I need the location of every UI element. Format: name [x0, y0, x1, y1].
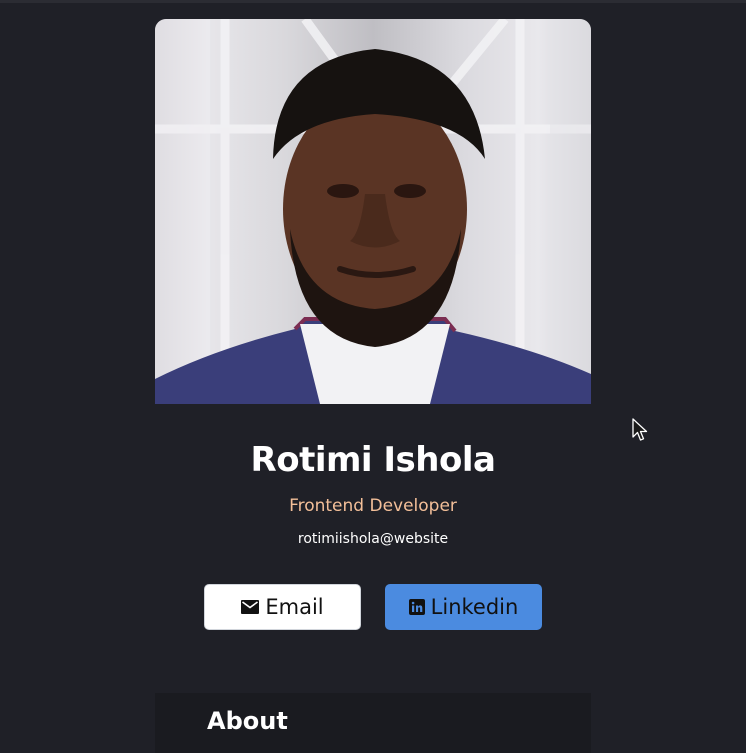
mail-icon: [241, 600, 260, 614]
mouse-cursor-icon: [632, 418, 648, 446]
profile-handle: rotimiishola@website: [297, 531, 449, 547]
email-button[interactable]: Email: [204, 584, 361, 630]
profile-role: Frontend Developer: [289, 496, 457, 516]
linkedin-button-label: Linkedin: [430, 595, 519, 619]
profile-name: Rotimi Ishola: [250, 440, 496, 480]
linkedin-button[interactable]: Linkedin: [385, 584, 542, 630]
linkedin-icon: [408, 599, 425, 615]
email-button-label: Email: [265, 595, 324, 619]
about-title: About: [207, 707, 288, 735]
about-section: About: [155, 693, 591, 753]
top-edge: [0, 0, 746, 3]
profile-card: Rotimi Ishola Frontend Developer rotimii…: [155, 19, 591, 753]
profile-photo: [155, 19, 591, 404]
